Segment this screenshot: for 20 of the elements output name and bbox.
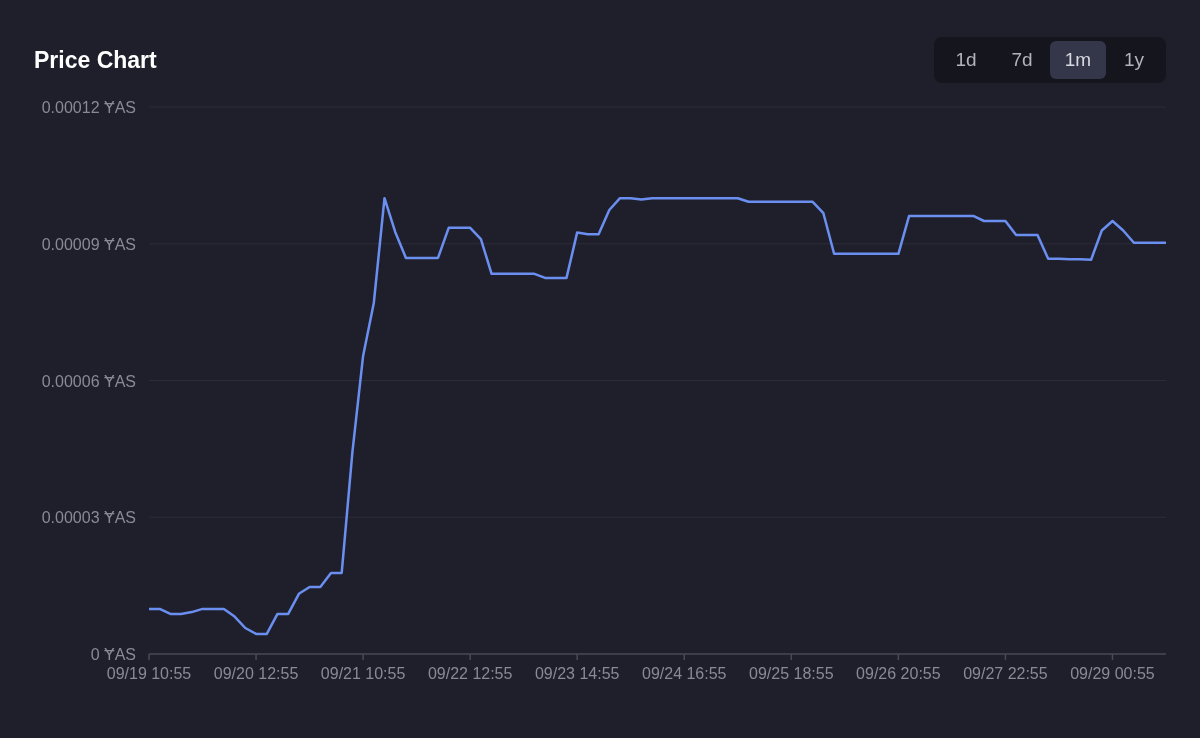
x-axis-label: 09/29 00:55 <box>1070 665 1155 682</box>
y-axis-label: 0.00006 ɎAS <box>41 372 136 390</box>
range-button[interactable]: 1d <box>938 41 994 79</box>
y-axis-label: 0 ɎAS <box>90 646 136 663</box>
x-axis-label: 09/23 14:55 <box>534 665 620 682</box>
x-axis-label: 09/24 16:55 <box>642 665 727 682</box>
y-axis-label: 0.00009 ɎAS <box>41 235 136 253</box>
x-axis-label: 09/19 10:55 <box>106 665 192 682</box>
y-axis-label: 0.00003 ɎAS <box>41 509 136 527</box>
x-axis-label: 09/27 22:55 <box>963 665 1048 682</box>
range-button[interactable]: 1y <box>1106 41 1162 79</box>
range-button[interactable]: 1m <box>1050 41 1106 79</box>
x-axis-label: 09/20 12:55 <box>213 665 299 682</box>
chart-title: Price Chart <box>34 46 157 74</box>
x-axis-label: 09/25 18:55 <box>749 665 834 682</box>
range-button[interactable]: 7d <box>994 41 1050 79</box>
x-axis-label: 09/21 10:55 <box>320 665 406 682</box>
x-axis-label: 09/22 12:55 <box>427 665 513 682</box>
y-axis-label: 0.00012 ɎAS <box>41 99 136 116</box>
x-axis-label: 09/26 20:55 <box>856 665 941 682</box>
